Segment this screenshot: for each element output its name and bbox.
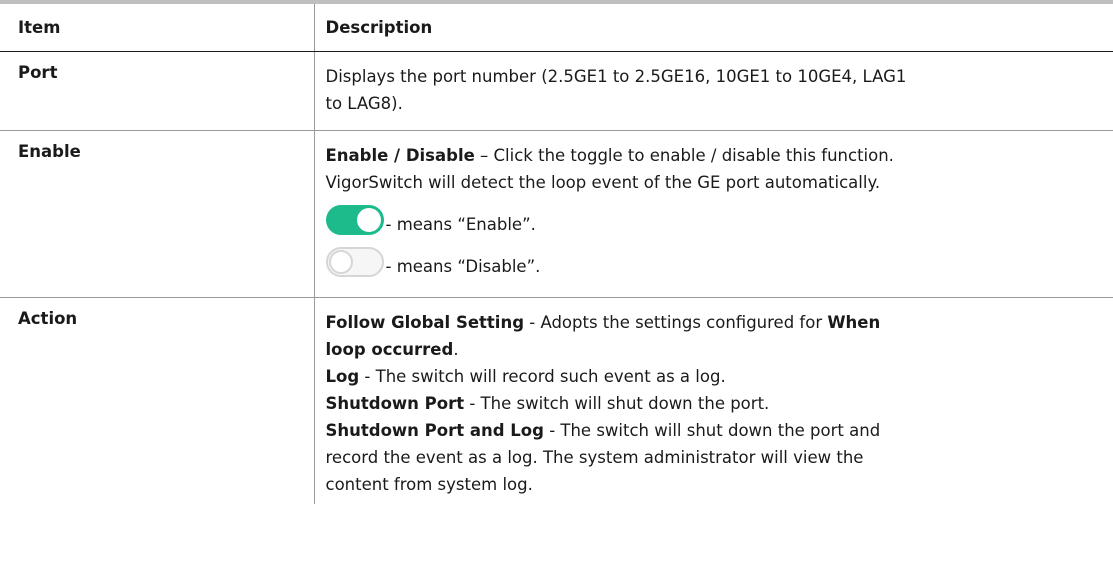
desc-action-shutdown: Shutdown Port - The switch will shut dow… [326, 390, 1094, 417]
log-rest: - The switch will record such event as a… [359, 367, 726, 386]
enable-line1-rest: – Click the toggle to enable / disable t… [474, 146, 894, 165]
sdlog-bold: Shutdown Port and Log [325, 421, 544, 440]
follow-rest: - Adopts the settings configured for [524, 313, 828, 332]
toggle-off-text: - means “Disable”. [385, 257, 541, 276]
loop-occurred-bold: loop occurred [325, 340, 454, 359]
toggle-off-icon [325, 247, 384, 277]
desc-port-line2: to LAG8). [325, 94, 403, 113]
desc-port-line1: Displays the port number (2.5GE1 to 2.5G… [325, 67, 907, 86]
item-action: Action [18, 309, 78, 328]
item-enable: Enable [0, 130, 314, 298]
toggle-on-icon [325, 205, 384, 235]
log-bold: Log [325, 367, 360, 386]
desc-action: Follow Global Setting - Adopts the setti… [313, 297, 1113, 504]
toggle-off-example: - means “Disable”. [325, 238, 1094, 280]
description-table: Item Description Port Displays the port … [0, 4, 1113, 504]
desc-enable-line1: Enable / Disable – Click the toggle to e… [326, 142, 1094, 169]
header-item: Item [0, 4, 314, 52]
shutdown-rest: - The switch will shut down the port. [464, 394, 770, 413]
enable-disable-bold: Enable / Disable [325, 146, 475, 165]
toggle-on-text: - means “Enable”. [385, 215, 536, 234]
desc-action-sdlog-line3: content from system log. [325, 475, 533, 494]
table-row-enable: Enable Enable / Disable – Click the togg… [0, 130, 1113, 298]
desc-action-sdlog-line2: record the event as a log. The system ad… [325, 448, 864, 467]
desc-enable-line2: VigorSwitch will detect the loop event o… [325, 173, 881, 192]
table-header-row: Item Description [0, 4, 1113, 52]
desc-action-follow-line1: Follow Global Setting - Adopts the setti… [326, 309, 1094, 336]
follow-end: . [453, 340, 459, 359]
follow-global-bold: Follow Global Setting [325, 313, 525, 332]
shutdown-bold: Shutdown Port [325, 394, 465, 413]
table-row-action: Action Follow Global Setting - Adopts th… [0, 297, 1113, 504]
header-description: Description [313, 4, 1113, 52]
item-port: Port [0, 51, 314, 131]
desc-action-log: Log - The switch will record such event … [326, 363, 1094, 390]
when-bold: When [827, 313, 881, 332]
desc-action-sdlog-line1: Shutdown Port and Log - The switch will … [326, 417, 1094, 444]
sdlog-rest1: - The switch will shut down the port and [543, 421, 881, 440]
toggle-on-example: - means “Enable”. [325, 196, 1094, 238]
desc-action-follow-line2: loop occurred. [326, 336, 1094, 363]
desc-enable: Enable / Disable – Click the toggle to e… [313, 130, 1113, 298]
table-row-port: Port Displays the port number (2.5GE1 to… [0, 51, 1113, 131]
desc-port: Displays the port number (2.5GE1 to 2.5G… [313, 51, 1113, 131]
